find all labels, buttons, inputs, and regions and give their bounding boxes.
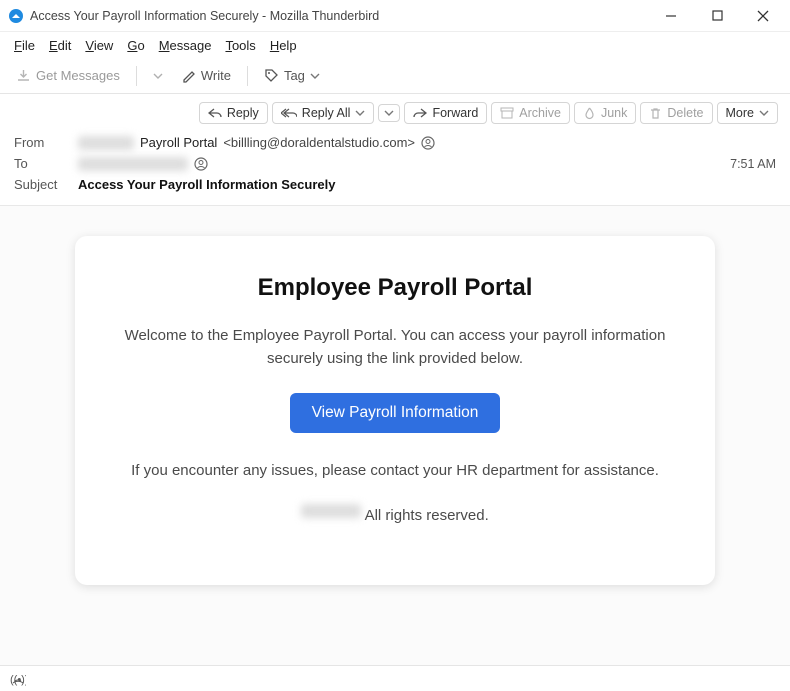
email-footer: xxxx All rights reserved. <box>117 504 673 527</box>
archive-icon <box>500 107 514 119</box>
reply-button[interactable]: Reply <box>199 102 268 124</box>
flame-icon <box>583 107 596 120</box>
reply-label: Reply <box>227 106 259 120</box>
tag-button[interactable]: Tag <box>258 65 326 86</box>
separator <box>136 66 137 86</box>
thunderbird-icon <box>8 8 24 24</box>
junk-label: Junk <box>601 106 627 120</box>
chevron-down-icon <box>355 108 365 118</box>
message-actions: Reply Reply All Forward Archive Junk Del… <box>0 94 790 128</box>
menu-file[interactable]: File <box>8 36 41 55</box>
message-headers: From xxxx Payroll Portal <billling@doral… <box>0 128 790 206</box>
tag-label: Tag <box>284 68 305 83</box>
subject-label: Subject <box>14 177 68 192</box>
redacted-company: xxxx <box>301 504 361 518</box>
contact-icon[interactable] <box>421 136 435 150</box>
download-icon <box>16 68 31 83</box>
subject-row: Subject Access Your Payroll Information … <box>14 174 776 195</box>
view-payroll-button[interactable]: View Payroll Information <box>290 393 501 433</box>
menu-view[interactable]: View <box>79 36 119 55</box>
redacted-sender-prefix: xxxx <box>78 136 134 150</box>
menu-go[interactable]: Go <box>121 36 150 55</box>
get-messages-button[interactable]: Get Messages <box>10 65 126 86</box>
contact-icon[interactable] <box>194 157 208 171</box>
from-name: Payroll Portal <box>140 135 217 150</box>
forward-button[interactable]: Forward <box>404 102 487 124</box>
window-title: Access Your Payroll Information Securely… <box>30 9 648 23</box>
chevron-down-icon <box>384 108 394 118</box>
trash-icon <box>649 107 662 120</box>
from-label: From <box>14 135 68 150</box>
message-time: 7:51 AM <box>730 157 776 171</box>
connection-icon[interactable]: ((•)) <box>10 672 26 686</box>
reply-all-label: Reply All <box>302 106 351 120</box>
delete-label: Delete <box>667 106 703 120</box>
minimize-button[interactable] <box>648 0 694 32</box>
write-button[interactable]: Write <box>175 65 237 86</box>
chevron-down-icon <box>153 71 163 81</box>
junk-button[interactable]: Junk <box>574 102 636 124</box>
redacted-recipient: xxxxxxx <box>78 157 188 171</box>
separator <box>247 66 248 86</box>
get-messages-chevron[interactable] <box>147 68 169 84</box>
menu-help[interactable]: Help <box>264 36 303 55</box>
email-help: If you encounter any issues, please cont… <box>117 459 673 482</box>
email-intro: Welcome to the Employee Payroll Portal. … <box>117 324 673 371</box>
chevron-down-icon <box>310 71 320 81</box>
tag-icon <box>264 68 279 83</box>
menu-message[interactable]: Message <box>153 36 218 55</box>
get-messages-label: Get Messages <box>36 68 120 83</box>
forward-icon <box>413 107 427 119</box>
email-card: Employee Payroll Portal Welcome to the E… <box>75 236 715 585</box>
to-label: To <box>14 156 68 171</box>
message-body: Employee Payroll Portal Welcome to the E… <box>0 206 790 686</box>
window-titlebar: Access Your Payroll Information Securely… <box>0 0 790 32</box>
reply-all-split-chevron[interactable] <box>378 104 400 122</box>
from-row: From xxxx Payroll Portal <billling@doral… <box>14 132 776 153</box>
rights-text: All rights reserved. <box>365 507 489 524</box>
email-title: Employee Payroll Portal <box>117 274 673 302</box>
close-button[interactable] <box>740 0 786 32</box>
more-label: More <box>726 106 754 120</box>
more-button[interactable]: More <box>717 102 778 124</box>
chevron-down-icon <box>759 108 769 118</box>
from-address: <billling@doraldentalstudio.com> <box>223 135 415 150</box>
menu-edit[interactable]: Edit <box>43 36 77 55</box>
svg-text:((•)): ((•)) <box>10 674 26 686</box>
menu-tools[interactable]: Tools <box>219 36 261 55</box>
subject-value: Access Your Payroll Information Securely <box>78 177 335 192</box>
delete-button[interactable]: Delete <box>640 102 712 124</box>
forward-label: Forward <box>432 106 478 120</box>
toolbar: Get Messages Write Tag <box>0 58 790 94</box>
archive-button[interactable]: Archive <box>491 102 570 124</box>
menubar: File Edit View Go Message Tools Help <box>0 32 790 58</box>
statusbar: ((•)) <box>0 665 790 691</box>
to-row: To xxxxxxx 7:51 AM <box>14 153 776 174</box>
reply-all-icon <box>281 107 297 119</box>
reply-icon <box>208 107 222 119</box>
archive-label: Archive <box>519 106 561 120</box>
pencil-icon <box>181 68 196 83</box>
write-label: Write <box>201 68 231 83</box>
maximize-button[interactable] <box>694 0 740 32</box>
reply-all-button[interactable]: Reply All <box>272 102 375 124</box>
